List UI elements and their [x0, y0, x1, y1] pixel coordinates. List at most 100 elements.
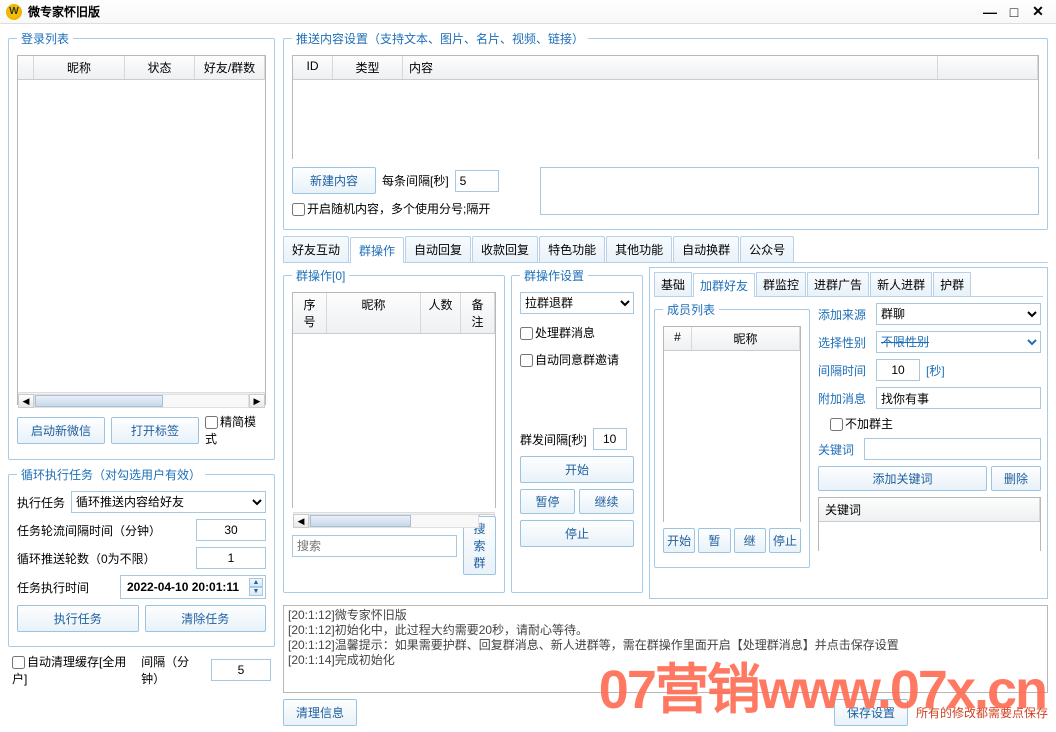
push-text-area[interactable] [540, 167, 1039, 215]
start-wechat-button[interactable]: 启动新微信 [17, 417, 105, 444]
group-ops-table[interactable]: 序号 昵称 人数 备注 ◀▶ [292, 292, 496, 508]
members-pause-button[interactable]: 暂 [698, 528, 730, 553]
push-legend: 推送内容设置（支持文本、图片、名片、视频、链接） [292, 30, 588, 47]
clear-task-button[interactable]: 清除任务 [145, 605, 267, 632]
main-tab-6[interactable]: 自动换群 [673, 236, 739, 262]
process-msg-checkbox[interactable]: 处理群消息 [520, 326, 595, 340]
col-check [18, 56, 34, 79]
group-ops-legend: 群操作[0] [292, 267, 349, 284]
main-tab-4[interactable]: 特色功能 [539, 236, 605, 262]
sub-tab-2[interactable]: 群监控 [756, 272, 806, 296]
rounds-input[interactable] [196, 547, 266, 569]
save-hint: 所有的修改都需要点保存 [916, 704, 1048, 721]
col-mnick: 昵称 [692, 327, 800, 350]
members-table[interactable]: # 昵称 [663, 326, 801, 522]
group-search-input[interactable] [292, 535, 457, 557]
sub-tab-0[interactable]: 基础 [654, 272, 692, 296]
auto-clean-checkbox[interactable]: 自动清理缓存[全用户] [12, 653, 127, 687]
gender-select[interactable]: 不限性别 [876, 331, 1041, 353]
interval-label: 任务轮流间隔时间（分钟） [17, 522, 190, 539]
log-area[interactable]: [20:1:12]微专家怀旧版[20:1:12]初始化中，此过程大约需要20秒，… [283, 605, 1048, 693]
group-settings-group: 群操作设置 拉群退群 处理群消息 自动同意群邀请 群发间隔[秒] 开始 暂停继续… [511, 267, 643, 593]
col-content: 内容 [403, 56, 938, 79]
del-keyword-button[interactable]: 删除 [991, 466, 1041, 491]
keyword-input[interactable] [864, 438, 1041, 460]
keyword-label: 关键词 [818, 441, 858, 458]
add-msg-input[interactable] [876, 387, 1041, 409]
sub-tabs: 基础加群好友群监控进群广告新人进群护群 [654, 272, 1043, 297]
auto-accept-checkbox[interactable]: 自动同意群邀请 [520, 353, 619, 367]
auto-clean-interval-label: 间隔（分钟） [141, 653, 205, 687]
skip-owner-checkbox[interactable]: 不加群主 [830, 417, 893, 431]
source-select[interactable]: 群聊 [876, 303, 1041, 325]
members-resume-button[interactable]: 继 [734, 528, 766, 553]
col-type: 类型 [333, 56, 403, 79]
group-table-hscroll[interactable]: ◀▶ [293, 512, 495, 528]
exec-time-label: 任务执行时间 [17, 579, 114, 596]
col-gnick: 昵称 [327, 293, 421, 333]
send-interval-label: 群发间隔[秒] [520, 431, 587, 448]
rounds-label: 循环推送轮数（0为不限） [17, 550, 190, 567]
app-logo-icon: W [6, 4, 22, 20]
login-table[interactable]: 昵称 状态 好友/群数 ◀▶ [17, 55, 266, 405]
main-tab-3[interactable]: 收款回复 [472, 236, 538, 262]
members-stop-button[interactable]: 停止 [769, 528, 801, 553]
exec-time-input[interactable]: ▲▼ [120, 575, 266, 599]
auto-clean-interval-input[interactable] [211, 659, 271, 681]
login-table-hscroll[interactable]: ◀▶ [18, 392, 265, 408]
col-idx: # [664, 327, 692, 350]
push-interval-input[interactable] [455, 170, 499, 192]
add-msg-label: 附加消息 [818, 390, 870, 407]
exec-task-select[interactable]: 循环推送内容给好友 [71, 491, 266, 513]
col-count: 人数 [421, 293, 461, 333]
app-title: 微专家怀旧版 [28, 3, 100, 20]
group-action-select[interactable]: 拉群退群 [520, 292, 634, 314]
login-list-legend: 登录列表 [17, 30, 73, 47]
sub-tab-4[interactable]: 新人进群 [870, 272, 932, 296]
push-table[interactable]: ID 类型 内容 [292, 55, 1039, 159]
add-keyword-button[interactable]: 添加关键词 [818, 466, 987, 491]
group-start-button[interactable]: 开始 [520, 456, 634, 483]
members-start-button[interactable]: 开始 [663, 528, 695, 553]
new-content-button[interactable]: 新建内容 [292, 167, 376, 194]
group-pause-button[interactable]: 暂停 [520, 489, 575, 514]
col-kw: 关键词 [819, 498, 1040, 521]
sub-tab-5[interactable]: 护群 [933, 272, 971, 296]
gender-label: 选择性别 [818, 334, 870, 351]
clear-info-button[interactable]: 清理信息 [283, 699, 357, 726]
save-settings-button[interactable]: 保存设置 [834, 699, 908, 726]
log-line: [20:1:12]温馨提示：如果需要护群、回复群消息、新人进群等，需在群操作里面… [288, 638, 1043, 653]
add-interval-label: 间隔时间 [818, 362, 870, 379]
push-content-group: 推送内容设置（支持文本、图片、名片、视频、链接） ID 类型 内容 新建内容 每… [283, 30, 1048, 230]
close-button[interactable]: ✕ [1026, 3, 1050, 20]
maximize-button[interactable]: □ [1002, 4, 1026, 20]
group-stop-button[interactable]: 停止 [520, 520, 634, 547]
send-interval-input[interactable] [593, 428, 627, 450]
main-tab-5[interactable]: 其他功能 [606, 236, 672, 262]
log-line: [20:1:12]初始化中，此过程大约需要20秒，请耐心等待。 [288, 623, 1043, 638]
col-no: 序号 [293, 293, 327, 333]
members-group: 成员列表 # 昵称 开始 暂 继 停止 [654, 301, 810, 568]
keyword-table[interactable]: 关键词 [818, 497, 1041, 551]
group-settings-legend: 群操作设置 [520, 267, 588, 284]
main-tab-1[interactable]: 群操作 [350, 237, 404, 263]
sub-tab-3[interactable]: 进群广告 [807, 272, 869, 296]
add-interval-input[interactable] [876, 359, 920, 381]
col-nick: 昵称 [34, 56, 125, 79]
open-tags-button[interactable]: 打开标签 [111, 417, 199, 444]
lite-mode-checkbox[interactable]: 精简模式 [205, 413, 266, 447]
minimize-button[interactable]: — [978, 4, 1002, 20]
main-tab-7[interactable]: 公众号 [740, 236, 794, 262]
interval-input[interactable] [196, 519, 266, 541]
sub-tab-1[interactable]: 加群好友 [693, 273, 755, 297]
log-line: [20:1:12]微专家怀旧版 [288, 608, 1043, 623]
login-list-group: 登录列表 昵称 状态 好友/群数 ◀▶ 启动新微信 打开标签 精简模式 [8, 30, 275, 460]
run-task-button[interactable]: 执行任务 [17, 605, 139, 632]
source-label: 添加来源 [818, 306, 870, 323]
group-resume-button[interactable]: 继续 [579, 489, 634, 514]
push-interval-label: 每条间隔[秒] [382, 172, 449, 189]
main-tab-2[interactable]: 自动回复 [405, 236, 471, 262]
datetime-spinner-icon[interactable]: ▲▼ [249, 578, 263, 596]
random-content-checkbox[interactable]: 开启随机内容，多个使用分号;隔开 [292, 202, 490, 216]
main-tab-0[interactable]: 好友互动 [283, 236, 349, 262]
